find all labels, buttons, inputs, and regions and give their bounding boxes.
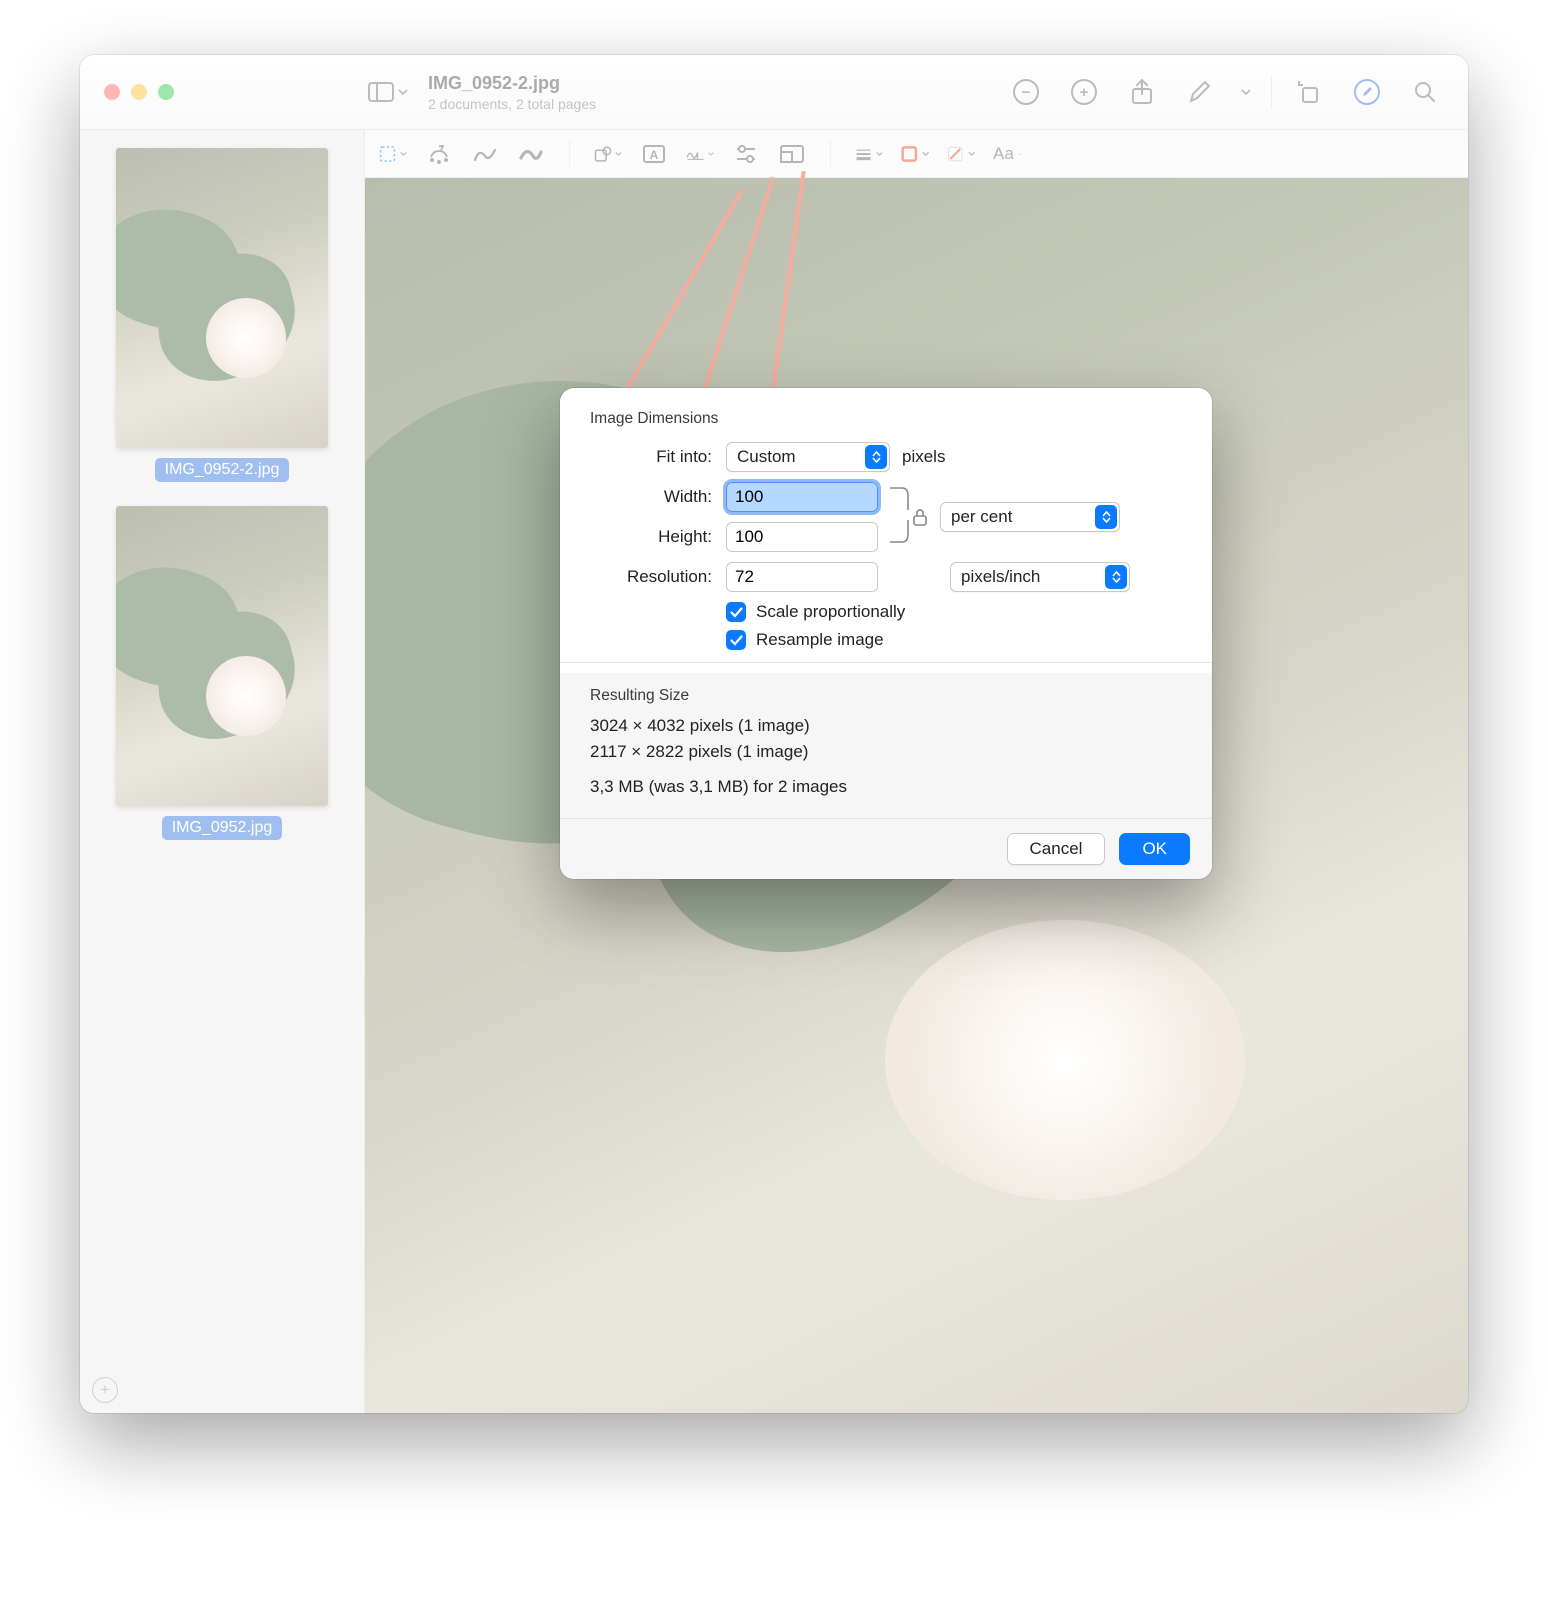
titlebar: IMG_0952-2.jpg 2 documents, 2 total page… [80, 55, 1468, 130]
markup-dropdown[interactable] [1233, 79, 1259, 105]
resolution-input[interactable] [726, 562, 878, 592]
draw-tool[interactable] [517, 142, 545, 166]
width-input[interactable] [726, 482, 878, 512]
sidebar-view-dropdown[interactable] [368, 82, 408, 102]
adjust-size-tool[interactable] [778, 142, 806, 166]
thumbnail-image[interactable] [116, 506, 328, 806]
sketch-tool[interactable] [471, 142, 499, 166]
resample-image-label: Resample image [756, 630, 884, 650]
adjust-color-tool[interactable] [732, 142, 760, 166]
edit-mode-button[interactable] [1354, 79, 1380, 105]
window-controls [94, 84, 354, 100]
scale-proportionally-checkbox[interactable] [726, 602, 746, 622]
ok-button[interactable]: OK [1119, 833, 1190, 865]
result-line: 2117 × 2822 pixels (1 image) [590, 739, 1182, 765]
close-window-button[interactable] [104, 84, 120, 100]
height-label: Height: [590, 527, 712, 547]
font-style-dropdown[interactable]: Aa [993, 142, 1021, 166]
stepper-arrows-icon [1105, 565, 1127, 589]
zoom-in-button[interactable]: + [1071, 79, 1097, 105]
thumbnail-label[interactable]: IMG_0952-2.jpg [155, 458, 290, 482]
thumbnail-item[interactable]: IMG_0952-2.jpg [98, 148, 346, 482]
adjust-size-dialog: Image Dimensions Fit into: Custom pixels… [560, 388, 1212, 879]
stroke-color-dropdown[interactable] [901, 142, 929, 166]
result-line: 3024 × 4032 pixels (1 image) [590, 713, 1182, 739]
stepper-arrows-icon [1095, 505, 1117, 529]
result-line: 3,3 MB (was 3,1 MB) for 2 images [590, 774, 1182, 800]
fit-into-label: Fit into: [590, 447, 712, 467]
shapes-dropdown[interactable] [594, 142, 622, 166]
filename: IMG_0952-2.jpg [428, 73, 596, 94]
section-header: Image Dimensions [590, 410, 1182, 428]
share-button[interactable] [1129, 79, 1155, 105]
instant-alpha-tool[interactable] [425, 142, 453, 166]
width-label: Width: [590, 487, 712, 507]
text-tool[interactable]: A [640, 142, 668, 166]
markup-button[interactable] [1187, 79, 1213, 105]
doc-subtitle: 2 documents, 2 total pages [428, 96, 596, 112]
fit-into-value: Custom [737, 447, 796, 467]
proportional-bracket-icon [884, 482, 914, 548]
cancel-button[interactable]: Cancel [1007, 833, 1106, 865]
markup-toolbar: A [365, 130, 1468, 178]
thumbnail-image[interactable] [116, 148, 328, 448]
thumbnail-label[interactable]: IMG_0952.jpg [162, 816, 283, 840]
resolution-unit-select[interactable]: pixels/inch [950, 562, 1130, 592]
document-title: IMG_0952-2.jpg 2 documents, 2 total page… [428, 73, 596, 112]
thumbnail-sidebar: IMG_0952-2.jpg IMG_0952.jpg + [80, 130, 365, 1413]
wh-unit-value: per cent [951, 507, 1012, 527]
height-input[interactable] [726, 522, 878, 552]
resulting-size-header: Resulting Size [590, 687, 1182, 705]
rotate-button[interactable] [1296, 79, 1322, 105]
resample-image-checkbox[interactable] [726, 630, 746, 650]
thumbnail-item[interactable]: IMG_0952.jpg [98, 506, 346, 840]
search-button[interactable] [1412, 79, 1438, 105]
resolution-unit-value: pixels/inch [961, 567, 1040, 587]
fullscreen-window-button[interactable] [158, 84, 174, 100]
line-style-dropdown[interactable] [855, 142, 883, 166]
resolution-label: Resolution: [590, 567, 712, 587]
wh-unit-select[interactable]: per cent [940, 502, 1120, 532]
fit-into-select[interactable]: Custom [726, 442, 890, 472]
zoom-out-button[interactable]: − [1013, 79, 1039, 105]
minimize-window-button[interactable] [131, 84, 147, 100]
add-page-button[interactable]: + [92, 1377, 118, 1403]
svg-text:A: A [650, 148, 659, 162]
stepper-arrows-icon [865, 445, 887, 469]
selection-tool-dropdown[interactable] [379, 142, 407, 166]
fill-color-dropdown[interactable] [947, 142, 975, 166]
scale-proportionally-label: Scale proportionally [756, 602, 905, 622]
fit-into-unit: pixels [902, 447, 945, 467]
sign-tool-dropdown[interactable] [686, 142, 714, 166]
resulting-size-section: Resulting Size 3024 × 4032 pixels (1 ima… [560, 673, 1212, 818]
